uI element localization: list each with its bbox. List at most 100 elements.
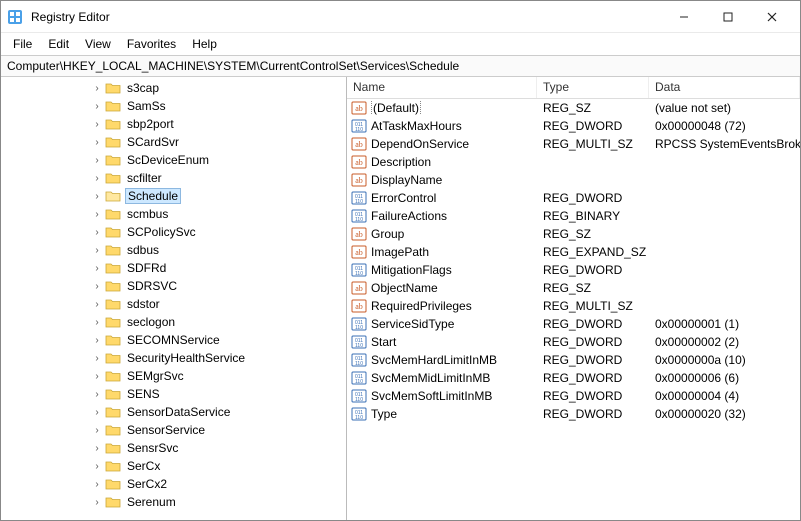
folder-icon [105, 171, 121, 185]
folder-icon [105, 459, 121, 473]
value-row[interactable]: 011110SvcMemMidLimitInMBREG_DWORD0x00000… [347, 369, 800, 387]
value-row[interactable]: abImagePathREG_EXPAND_SZ [347, 243, 800, 261]
expand-icon[interactable]: › [91, 317, 103, 328]
tree-item[interactable]: ›SerCx [1, 457, 346, 475]
value-data: 0x00000020 (32) [655, 407, 800, 421]
expand-icon[interactable]: › [91, 407, 103, 418]
expand-icon[interactable]: › [91, 461, 103, 472]
tree-item-label: SamSs [125, 99, 168, 113]
tree-item[interactable]: › Schedule [1, 187, 346, 205]
menu-favorites[interactable]: Favorites [119, 35, 184, 53]
menu-help[interactable]: Help [184, 35, 225, 53]
expand-icon[interactable]: › [91, 119, 103, 130]
expand-icon[interactable]: › [91, 497, 103, 508]
value-row[interactable]: 011110FailureActionsREG_BINARY [347, 207, 800, 225]
expand-icon[interactable]: › [91, 335, 103, 346]
tree-item[interactable]: › SamSs [1, 97, 346, 115]
tree-item[interactable]: › sbp2port [1, 115, 346, 133]
value-row[interactable]: 011110AtTaskMaxHoursREG_DWORD0x00000048 … [347, 117, 800, 135]
tree-item[interactable]: ›SECOMNService [1, 331, 346, 349]
tree-item[interactable]: ›SEMgrSvc [1, 367, 346, 385]
folder-icon [105, 135, 121, 149]
value-row[interactable]: abDisplayName [347, 171, 800, 189]
expand-icon[interactable]: › [91, 155, 103, 166]
tree-item[interactable]: ›SDRSVC [1, 277, 346, 295]
tree-item[interactable]: › SCardSvr [1, 133, 346, 151]
tree-item-label: Schedule [125, 188, 181, 204]
svg-text:110: 110 [355, 199, 363, 205]
expand-icon[interactable]: › [91, 209, 103, 220]
value-row[interactable]: 011110StartREG_DWORD0x00000002 (2) [347, 333, 800, 351]
value-name: SvcMemMidLimitInMB [371, 371, 490, 385]
menu-edit[interactable]: Edit [40, 35, 77, 53]
tree-item[interactable]: ›Serenum [1, 493, 346, 511]
value-row[interactable]: abRequiredPrivilegesREG_MULTI_SZ [347, 297, 800, 315]
minimize-button[interactable] [662, 3, 706, 31]
tree-item[interactable]: ›scfilter [1, 169, 346, 187]
expand-icon[interactable]: › [91, 389, 103, 400]
close-button[interactable] [750, 3, 794, 31]
svg-text:ab: ab [355, 230, 363, 239]
value-row[interactable]: 011110SvcMemHardLimitInMBREG_DWORD0x0000… [347, 351, 800, 369]
tree-item[interactable]: ›sdbus [1, 241, 346, 259]
value-icon: ab [351, 280, 367, 296]
expand-icon[interactable]: › [91, 443, 103, 454]
expand-icon[interactable]: › [91, 371, 103, 382]
expand-icon[interactable]: › [91, 263, 103, 274]
tree-item[interactable]: ›seclogon [1, 313, 346, 331]
expand-icon[interactable]: › [91, 83, 103, 94]
value-row[interactable]: ab(Default)REG_SZ(value not set) [347, 99, 800, 117]
tree-item[interactable]: ›SCPolicySvc [1, 223, 346, 241]
svg-text:ab: ab [355, 248, 363, 257]
tree-item[interactable]: ›s3cap [1, 79, 346, 97]
col-header-name[interactable]: Name [347, 77, 537, 98]
tree-item-label: ScDeviceEnum [125, 153, 211, 167]
menu-file[interactable]: File [5, 35, 40, 53]
value-row[interactable]: 011110MitigationFlagsREG_DWORD [347, 261, 800, 279]
expand-icon[interactable]: › [91, 173, 103, 184]
value-row[interactable]: 011110ErrorControlREG_DWORD [347, 189, 800, 207]
tree-item[interactable]: ›SENS [1, 385, 346, 403]
value-icon: 011110 [351, 208, 367, 224]
tree-pane[interactable]: ›s3cap›SamSs›sbp2port›SCardSvr›ScDeviceE… [1, 77, 347, 520]
value-icon: ab [351, 244, 367, 260]
expand-icon[interactable]: › [91, 137, 103, 148]
svg-text:ab: ab [355, 284, 363, 293]
value-row[interactable]: abDescription [347, 153, 800, 171]
tree-item[interactable]: ›SensrSvc [1, 439, 346, 457]
maximize-button[interactable] [706, 3, 750, 31]
tree-item-label: sbp2port [125, 117, 176, 131]
expand-icon[interactable]: › [91, 299, 103, 310]
tree-item[interactable]: ›SecurityHealthService [1, 349, 346, 367]
tree-item[interactable]: › ScDeviceEnum [1, 151, 346, 169]
value-row[interactable]: abGroupREG_SZ [347, 225, 800, 243]
value-row[interactable]: 011110TypeREG_DWORD0x00000020 (32) [347, 405, 800, 423]
expand-icon[interactable]: › [91, 191, 103, 202]
value-icon: 011110 [351, 118, 367, 134]
expand-icon[interactable]: › [91, 425, 103, 436]
col-header-type[interactable]: Type [537, 77, 649, 98]
value-row[interactable]: 011110SvcMemSoftLimitInMBREG_DWORD0x0000… [347, 387, 800, 405]
col-header-data[interactable]: Data [649, 77, 800, 98]
expand-icon[interactable]: › [91, 245, 103, 256]
expand-icon[interactable]: › [91, 281, 103, 292]
address-bar[interactable]: Computer\HKEY_LOCAL_MACHINE\SYSTEM\Curre… [1, 55, 800, 77]
expand-icon[interactable]: › [91, 353, 103, 364]
value-row[interactable]: abObjectNameREG_SZ [347, 279, 800, 297]
expand-icon[interactable]: › [91, 227, 103, 238]
tree-item[interactable]: ›scmbus [1, 205, 346, 223]
value-type: REG_SZ [543, 281, 655, 295]
tree-item[interactable]: ›sdstor [1, 295, 346, 313]
tree-item[interactable]: ›SensorDataService [1, 403, 346, 421]
value-row[interactable]: abDependOnServiceREG_MULTI_SZRPCSS Syste… [347, 135, 800, 153]
folder-icon [105, 189, 121, 203]
value-row[interactable]: 011110ServiceSidTypeREG_DWORD0x00000001 … [347, 315, 800, 333]
tree-item[interactable]: ›SensorService [1, 421, 346, 439]
tree-item[interactable]: ›SerCx2 [1, 475, 346, 493]
value-name: SvcMemHardLimitInMB [371, 353, 497, 367]
tree-item[interactable]: ›SDFRd [1, 259, 346, 277]
tree-item-label: SCardSvr [125, 135, 181, 149]
menu-view[interactable]: View [77, 35, 119, 53]
expand-icon[interactable]: › [91, 479, 103, 490]
expand-icon[interactable]: › [91, 101, 103, 112]
